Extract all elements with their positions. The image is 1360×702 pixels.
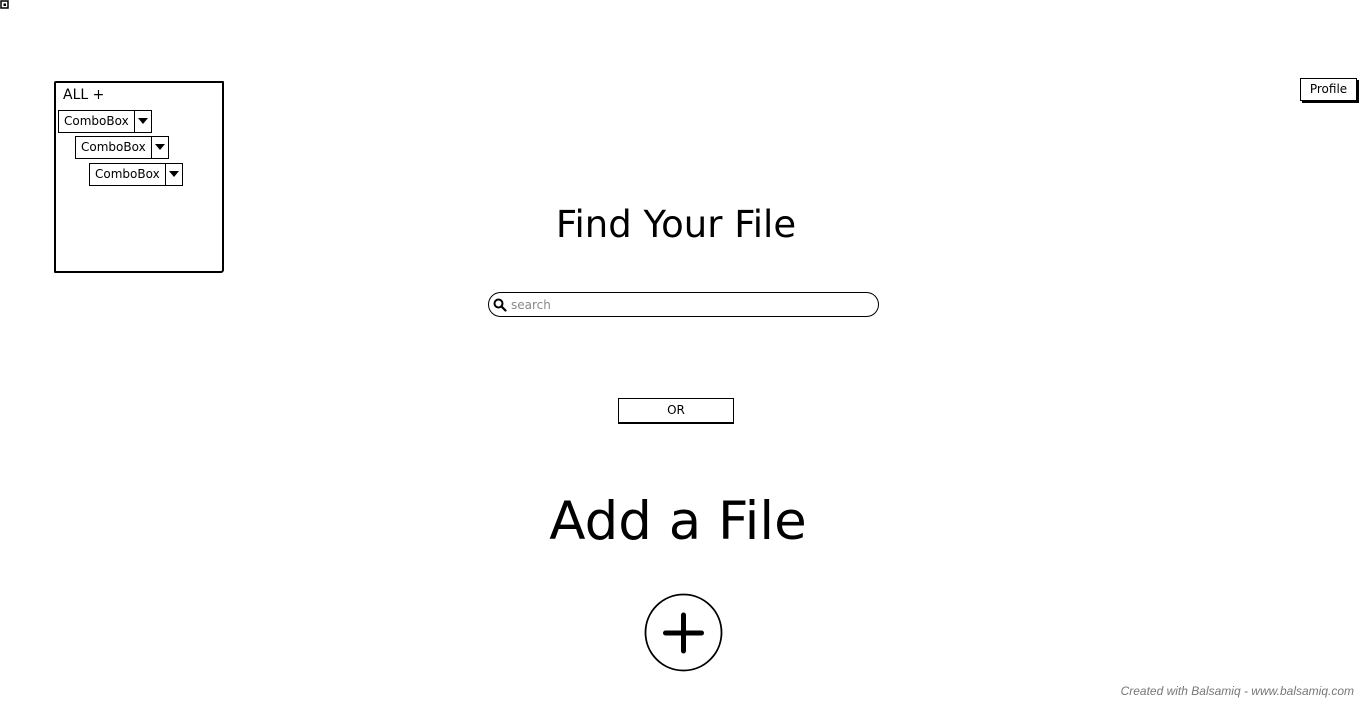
combobox-value: ComboBox — [89, 163, 166, 186]
filter-combobox-3[interactable]: ComboBox — [89, 163, 183, 186]
combobox-value: ComboBox — [75, 136, 152, 159]
plus-circle-icon[interactable] — [644, 593, 723, 672]
chevron-down-icon[interactable] — [134, 110, 152, 133]
app-icon — [0, 0, 9, 9]
page: ALL + ComboBox ComboBox ComboBox Profile… — [0, 0, 1360, 702]
filter-combobox-1[interactable]: ComboBox — [58, 110, 152, 133]
filter-combobox-2[interactable]: ComboBox — [75, 136, 169, 159]
find-file-heading: Find Your File — [555, 203, 797, 246]
search-icon — [493, 298, 507, 312]
or-divider-button[interactable]: OR — [618, 398, 734, 424]
search-input[interactable] — [511, 297, 851, 312]
chevron-down-icon[interactable] — [165, 163, 183, 186]
footer-credit: Created with Balsamiq - www.balsamiq.com — [1120, 684, 1354, 698]
search-field[interactable] — [488, 292, 879, 317]
filter-panel: ALL + ComboBox ComboBox ComboBox — [54, 81, 224, 273]
add-file-heading: Add a File — [549, 491, 807, 552]
profile-button[interactable]: Profile — [1300, 78, 1357, 101]
combobox-value: ComboBox — [58, 110, 135, 133]
filter-title[interactable]: ALL + — [63, 87, 104, 103]
chevron-down-icon[interactable] — [151, 136, 169, 159]
